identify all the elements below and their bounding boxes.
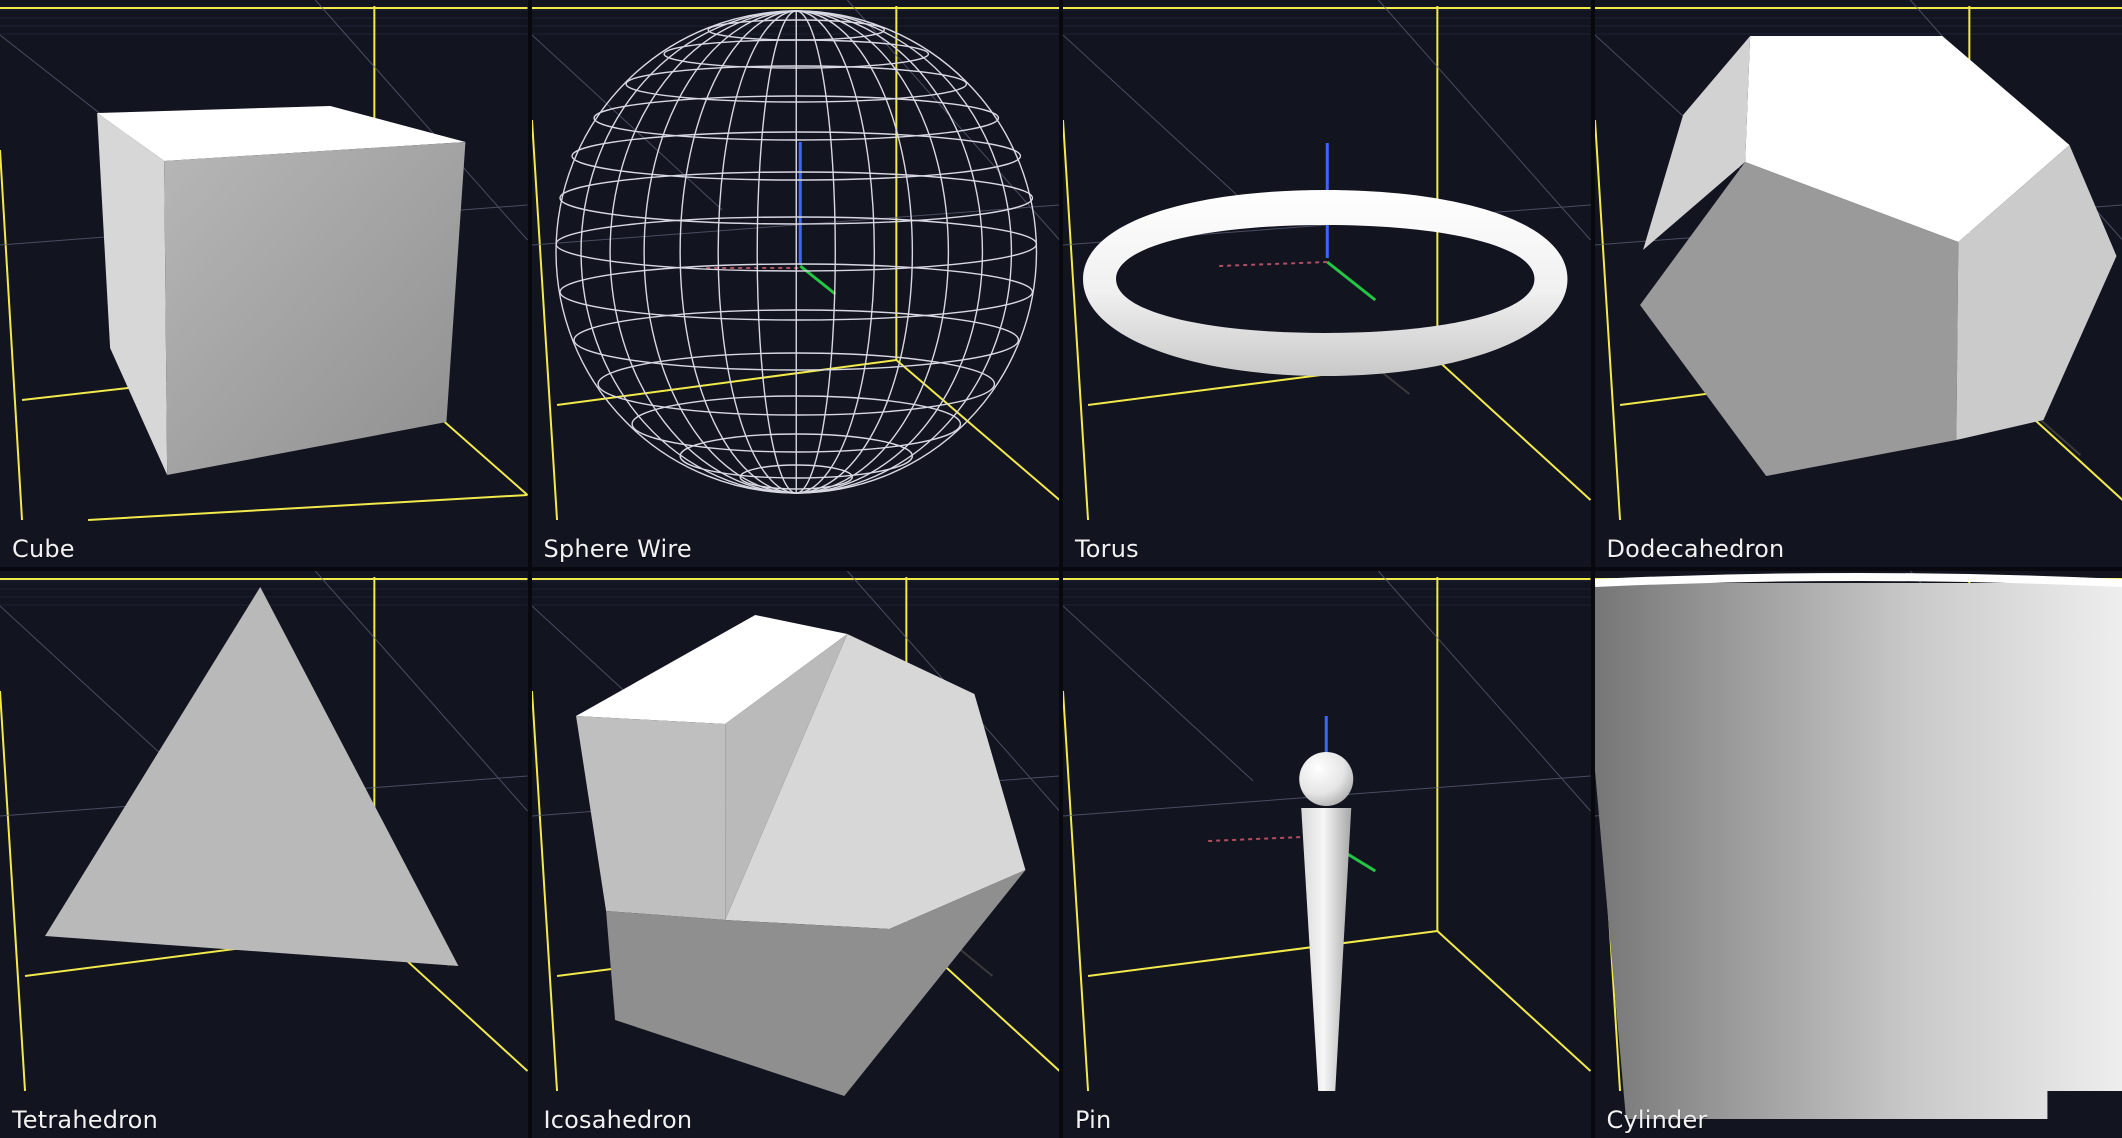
viewport-label-cylinder: Cylinder: [1606, 1106, 1708, 1134]
viewport-cube[interactable]: Cube: [0, 0, 528, 567]
dodecahedron-scene: [1594, 0, 2122, 567]
torus-scene: [1063, 0, 1591, 567]
viewport-cylinder[interactable]: Cylinder: [1594, 571, 2122, 1138]
viewport-sphere-wire[interactable]: Sphere Wire: [531, 0, 1059, 567]
viewport-label-tetrahedron: Tetrahedron: [12, 1106, 158, 1134]
shape-viewer-grid: Cube Sphere Wire Torus Dodecahedron Tetr…: [0, 0, 2122, 1138]
viewport-tetrahedron[interactable]: Tetrahedron: [0, 571, 528, 1138]
viewport-label-pin: Pin: [1075, 1106, 1112, 1134]
cylinder-scene: [1594, 571, 2122, 1138]
tetrahedron-scene: [0, 571, 528, 1138]
viewport-label-dodecahedron: Dodecahedron: [1606, 535, 1785, 563]
icosahedron-scene: [531, 571, 1059, 1138]
cube-scene: [0, 0, 528, 567]
pin-scene: [1063, 571, 1591, 1138]
viewport-pin[interactable]: Pin: [1063, 571, 1591, 1138]
viewport-label-icosahedron: Icosahedron: [543, 1106, 693, 1134]
viewport-dodecahedron[interactable]: Dodecahedron: [1594, 0, 2122, 567]
viewport-icosahedron[interactable]: Icosahedron: [531, 571, 1059, 1138]
viewport-torus[interactable]: Torus: [1063, 0, 1591, 567]
viewport-label-sphere-wire: Sphere Wire: [543, 535, 692, 563]
viewport-label-torus: Torus: [1075, 535, 1139, 563]
sphere-wire-scene: [531, 0, 1059, 567]
viewport-label-cube: Cube: [12, 535, 75, 563]
